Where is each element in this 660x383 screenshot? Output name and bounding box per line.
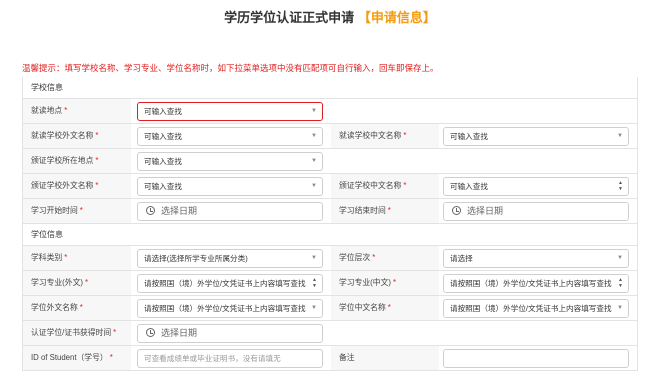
row-subject-level: 学科类别 * 请选择(选择所学专业所属分类) ▼ 学位层次 * 请选择 ▼ <box>23 246 637 271</box>
level-label: 学位层次 * <box>331 246 439 270</box>
cert-location-select[interactable]: 可输入查找 ▼ <box>137 152 323 171</box>
page-title: 学历学位认证正式申请 【申请信息】 <box>0 6 660 30</box>
updown-icon: ▲ ▼ <box>618 180 623 192</box>
clock-icon <box>452 206 461 215</box>
page-title-main: 学历学位认证正式申请 <box>224 10 355 25</box>
award-time-label: 认证学位/证书获得时间 * <box>23 321 131 345</box>
chevron-down-icon: ▼ <box>617 133 623 139</box>
chevron-down-icon: ▼ <box>617 305 623 311</box>
chevron-down-icon: ▼ <box>311 108 317 114</box>
cert-foreign-select[interactable]: 可输入查找 ▼ <box>137 177 323 196</box>
section-school-info: 学校信息 <box>23 77 637 99</box>
degree-chinese-select[interactable]: 请按照国（境）外学位/文凭证书上内容填写查找 ▼ <box>443 299 629 318</box>
row-major: 学习专业(外文) * 请按照国（境）外学位/文凭证书上内容填写查找 ▲ ▼ 学习专业(… <box>23 271 637 296</box>
school-chinese-select[interactable]: 可输入查找 ▼ <box>443 127 629 146</box>
cert-chinese-label: 颁证学校中文名称 * <box>331 174 439 198</box>
row-student-id: ID of Student（学号） * 可查看成绩单或毕业证明书，没有请填无 备注 <box>23 346 637 371</box>
study-location-label: 就读地点 * <box>23 99 131 123</box>
row-cert-names: 颁证学校外文名称 * 可输入查找 ▼ 颁证学校中文名称 * 可输入查找 ▲ ▼ <box>23 174 637 199</box>
study-location-select[interactable]: 可输入查找 ▼ <box>137 102 323 121</box>
chevron-down-icon: ▼ <box>311 305 317 311</box>
row-study-dates: 学习开始时间 * 选择日期 学习结束时间 * 选择日期 <box>23 199 637 224</box>
end-time-label: 学习结束时间 * <box>331 199 439 223</box>
major-foreign-select[interactable]: 请按照国（境）外学位/文凭证书上内容填写查找 ▲ ▼ <box>137 274 323 293</box>
cert-chinese-select[interactable]: 可输入查找 ▲ ▼ <box>443 177 629 196</box>
student-id-label: ID of Student（学号） * <box>23 346 131 370</box>
degree-chinese-label: 学位中文名称 * <box>331 296 439 320</box>
section-degree-info: 学位信息 <box>23 224 637 246</box>
subject-label: 学科类别 * <box>23 246 131 270</box>
row-cert-location: 颁证学校所在地点 * 可输入查找 ▼ <box>23 149 637 174</box>
page-title-highlight: 【申请信息】 <box>357 10 436 25</box>
application-form: 学校信息 就读地点 * 可输入查找 ▼ 就读学校外文名称 * 可输入查找 ▼ 就读学校中… <box>22 77 638 371</box>
row-award-time: 认证学位/证书获得时间 * 选择日期 <box>23 321 637 346</box>
clock-icon <box>146 328 155 337</box>
chevron-down-icon: ▼ <box>311 183 317 189</box>
school-foreign-label: 就读学校外文名称 * <box>23 124 131 148</box>
award-time-datepicker[interactable]: 选择日期 <box>137 324 323 343</box>
major-chinese-label: 学习专业(中文) * <box>331 271 439 295</box>
row-degree-name: 学位外文名称 * 请按照国（境）外学位/文凭证书上内容填写查找 ▼ 学位中文名称 * … <box>23 296 637 321</box>
notice-text: 温馨提示：填写学校名称、学习专业、学位名称时，如下拉菜单选项中没有匹配项可自行输… <box>22 63 439 73</box>
level-select[interactable]: 请选择 ▼ <box>443 249 629 268</box>
remark-input[interactable] <box>443 349 629 368</box>
cert-foreign-label: 颁证学校外文名称 * <box>23 174 131 198</box>
updown-icon: ▲ ▼ <box>618 277 623 289</box>
row-school-names: 就读学校外文名称 * 可输入查找 ▼ 就读学校中文名称 * 可输入查找 ▼ <box>23 124 637 149</box>
start-time-datepicker[interactable]: 选择日期 <box>137 202 323 221</box>
subject-select[interactable]: 请选择(选择所学专业所属分类) ▼ <box>137 249 323 268</box>
chevron-down-icon: ▼ <box>311 158 317 164</box>
start-time-label: 学习开始时间 * <box>23 199 131 223</box>
student-id-input[interactable]: 可查看成绩单或毕业证明书，没有请填无 <box>137 349 323 368</box>
remark-label: 备注 <box>331 346 439 370</box>
school-chinese-label: 就读学校中文名称 * <box>331 124 439 148</box>
clock-icon <box>146 206 155 215</box>
major-chinese-select[interactable]: 请按照国（境）外学位/文凭证书上内容填写查找 ▲ ▼ <box>443 274 629 293</box>
degree-foreign-label: 学位外文名称 * <box>23 296 131 320</box>
chevron-down-icon: ▼ <box>311 133 317 139</box>
major-foreign-label: 学习专业(外文) * <box>23 271 131 295</box>
cert-location-label: 颁证学校所在地点 * <box>23 149 131 173</box>
end-time-datepicker[interactable]: 选择日期 <box>443 202 629 221</box>
row-study-location: 就读地点 * 可输入查找 ▼ <box>23 99 637 124</box>
chevron-down-icon: ▼ <box>311 255 317 261</box>
school-foreign-select[interactable]: 可输入查找 ▼ <box>137 127 323 146</box>
chevron-down-icon: ▼ <box>617 255 623 261</box>
degree-foreign-select[interactable]: 请按照国（境）外学位/文凭证书上内容填写查找 ▼ <box>137 299 323 318</box>
updown-icon: ▲ ▼ <box>312 277 317 289</box>
